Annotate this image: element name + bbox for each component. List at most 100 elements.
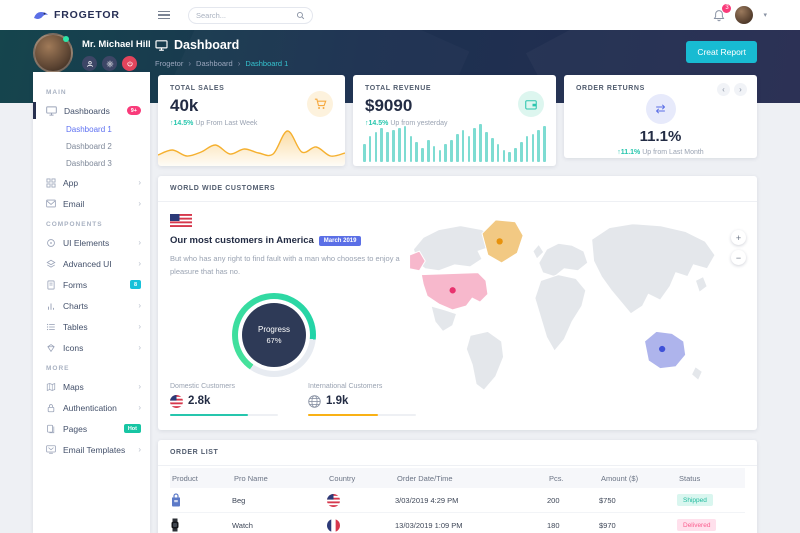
grid-icon xyxy=(46,178,56,188)
sidebar-section-main: MAIN xyxy=(33,82,150,100)
stat-cards-row: TOTAL SALES 40k ↑14.5% Up From Last Week xyxy=(158,75,757,166)
settings-button[interactable] xyxy=(102,56,117,71)
international-value: 1.9k xyxy=(326,395,348,407)
breadcrumb-root[interactable]: Frogetor xyxy=(155,59,183,68)
sidebar-item-label: App xyxy=(63,178,78,188)
total-sales-card: TOTAL SALES 40k ↑14.5% Up From Last Week xyxy=(158,75,345,166)
sub-item-label: Dashboard 1 xyxy=(66,125,112,134)
sidebar-item-label: Maps xyxy=(63,382,84,392)
topbar: FROGETOR 3 ▾ xyxy=(0,0,800,30)
main-content: TOTAL SALES 40k ↑14.5% Up From Last Week xyxy=(158,75,757,533)
user-name: Mr. Michael Hill xyxy=(82,39,151,50)
search-input[interactable] xyxy=(196,11,296,20)
world-headline: Our most customers in America March 2019 xyxy=(170,235,405,246)
card-title: TOTAL SALES xyxy=(170,85,333,92)
page-title: Dashboard xyxy=(155,38,288,52)
sidebar-item-dashboard-3[interactable]: Dashboard 3 xyxy=(33,155,150,172)
domestic-value: 2.8k xyxy=(188,395,210,407)
world-map[interactable]: + − xyxy=(406,212,746,398)
sidebar-item-tables[interactable]: Tables › xyxy=(33,316,150,337)
map-marker-usa[interactable] xyxy=(450,287,456,293)
form-file-icon xyxy=(46,280,56,290)
sidebar-item-maps[interactable]: Maps › xyxy=(33,376,150,397)
order-row[interactable]: Watch 13/03/2019 1:09 PM 180 $970 Delive… xyxy=(170,513,745,533)
col-status: Status xyxy=(677,474,745,483)
sidebar-item-label: Authentication xyxy=(63,403,117,413)
wallet-icon xyxy=(525,99,537,110)
map-zoom-in-button[interactable]: + xyxy=(731,230,746,245)
carousel-prev-button[interactable]: ‹ xyxy=(717,83,730,96)
chevron-right-icon: › xyxy=(138,322,141,331)
revenue-bars xyxy=(363,116,546,162)
map-zoom-out-button[interactable]: − xyxy=(731,250,746,265)
search-icon[interactable] xyxy=(296,11,305,20)
sidebar-item-charts[interactable]: Charts › xyxy=(33,295,150,316)
sidebar-item-pages[interactable]: Pages Hot xyxy=(33,418,150,439)
sidebar-item-icons[interactable]: Icons › xyxy=(33,337,150,358)
orders-header-row: Product Pro Name Country Order Date/Time… xyxy=(170,468,745,488)
map-icon xyxy=(46,382,56,392)
chevron-right-icon: › xyxy=(138,301,141,310)
brand-name: FROGETOR xyxy=(54,9,120,21)
order-row[interactable]: Beg 3/03/2019 4:29 PM 200 $750 Shipped xyxy=(170,488,745,513)
chevron-right-icon: › xyxy=(138,178,141,187)
pages-hot-badge: Hot xyxy=(124,424,141,433)
carousel-next-button[interactable]: › xyxy=(734,83,747,96)
sidebar-item-email-templates[interactable]: Email Templates › xyxy=(33,439,150,460)
map-marker-australia[interactable] xyxy=(659,346,665,352)
map-marker-greenland[interactable] xyxy=(497,238,503,244)
brand-logo[interactable]: FROGETOR xyxy=(33,9,150,21)
order-list-panel: ORDER LIST Product Pro Name Country Orde… xyxy=(158,440,757,533)
chevron-right-icon: › xyxy=(138,403,141,412)
card-title: TOTAL REVENUE xyxy=(365,85,544,92)
sidebar-item-dashboards[interactable]: Dashboards 9+ xyxy=(33,100,150,121)
profile-caret-icon[interactable]: ▾ xyxy=(763,11,767,19)
user-avatar[interactable] xyxy=(33,33,73,73)
logout-button[interactable] xyxy=(122,56,137,71)
sidebar-item-label: UI Elements xyxy=(63,238,109,248)
exchange-icon-bubble: ⇄ xyxy=(646,94,676,124)
breadcrumb-sep-icon: › xyxy=(188,59,191,68)
status-badge: Delivered xyxy=(677,519,716,531)
progress-ring: Progress 67% xyxy=(232,293,316,377)
sidebar-item-advanced-ui[interactable]: Advanced UI › xyxy=(33,253,150,274)
sidebar-item-forms[interactable]: Forms 8 xyxy=(33,274,150,295)
sales-spark-area xyxy=(158,131,345,166)
ui-elements-icon xyxy=(46,238,56,248)
world-panel-title: WORLD WIDE CUSTOMERS xyxy=(158,176,757,202)
person-icon xyxy=(86,60,94,68)
globe-icon xyxy=(308,395,321,408)
col-pro-name: Pro Name xyxy=(232,474,327,483)
chevron-right-icon: › xyxy=(138,382,141,391)
gem-icon xyxy=(46,343,56,353)
sidebar-item-authentication[interactable]: Authentication › xyxy=(33,397,150,418)
col-pcs: Pcs. xyxy=(547,474,599,483)
sales-sparkline-chart xyxy=(158,120,345,166)
chevron-right-icon: › xyxy=(138,343,141,352)
frog-logo-icon xyxy=(33,10,49,21)
col-country: Country xyxy=(327,474,395,483)
sidebar-item-dashboard-2[interactable]: Dashboard 2 xyxy=(33,138,150,155)
sidebar-item-label: Email xyxy=(63,199,84,209)
order-list-title: ORDER LIST xyxy=(158,440,757,466)
sidebar-section-components: COMPONENTS xyxy=(33,214,150,232)
sub-item-label: Dashboard 3 xyxy=(66,159,112,168)
create-report-button[interactable]: Creat Report xyxy=(686,41,757,63)
map-zoom-controls: + − xyxy=(731,230,746,265)
sidebar-item-dashboard-1[interactable]: Dashboard 1 xyxy=(33,121,150,138)
order-name: Beg xyxy=(232,496,327,505)
breadcrumb-sep-icon: › xyxy=(238,59,241,68)
sidebar-item-ui-elements[interactable]: UI Elements › xyxy=(33,232,150,253)
col-product: Product xyxy=(170,474,232,483)
sidebar-item-label: Icons xyxy=(63,343,83,353)
notifications-button[interactable]: 3 xyxy=(713,9,725,22)
profile-button[interactable] xyxy=(82,56,97,71)
sidebar-item-app[interactable]: App › xyxy=(33,172,150,193)
breadcrumb-section[interactable]: Dashboard xyxy=(196,59,233,68)
sidebar-item-label: Advanced UI xyxy=(63,259,112,269)
menu-toggle-icon[interactable] xyxy=(158,11,170,20)
order-pcs: 180 xyxy=(547,521,599,530)
sidebar-item-email[interactable]: Email › xyxy=(33,193,150,214)
sidebar-item-label: Forms xyxy=(63,280,87,290)
topbar-avatar[interactable] xyxy=(735,6,753,24)
